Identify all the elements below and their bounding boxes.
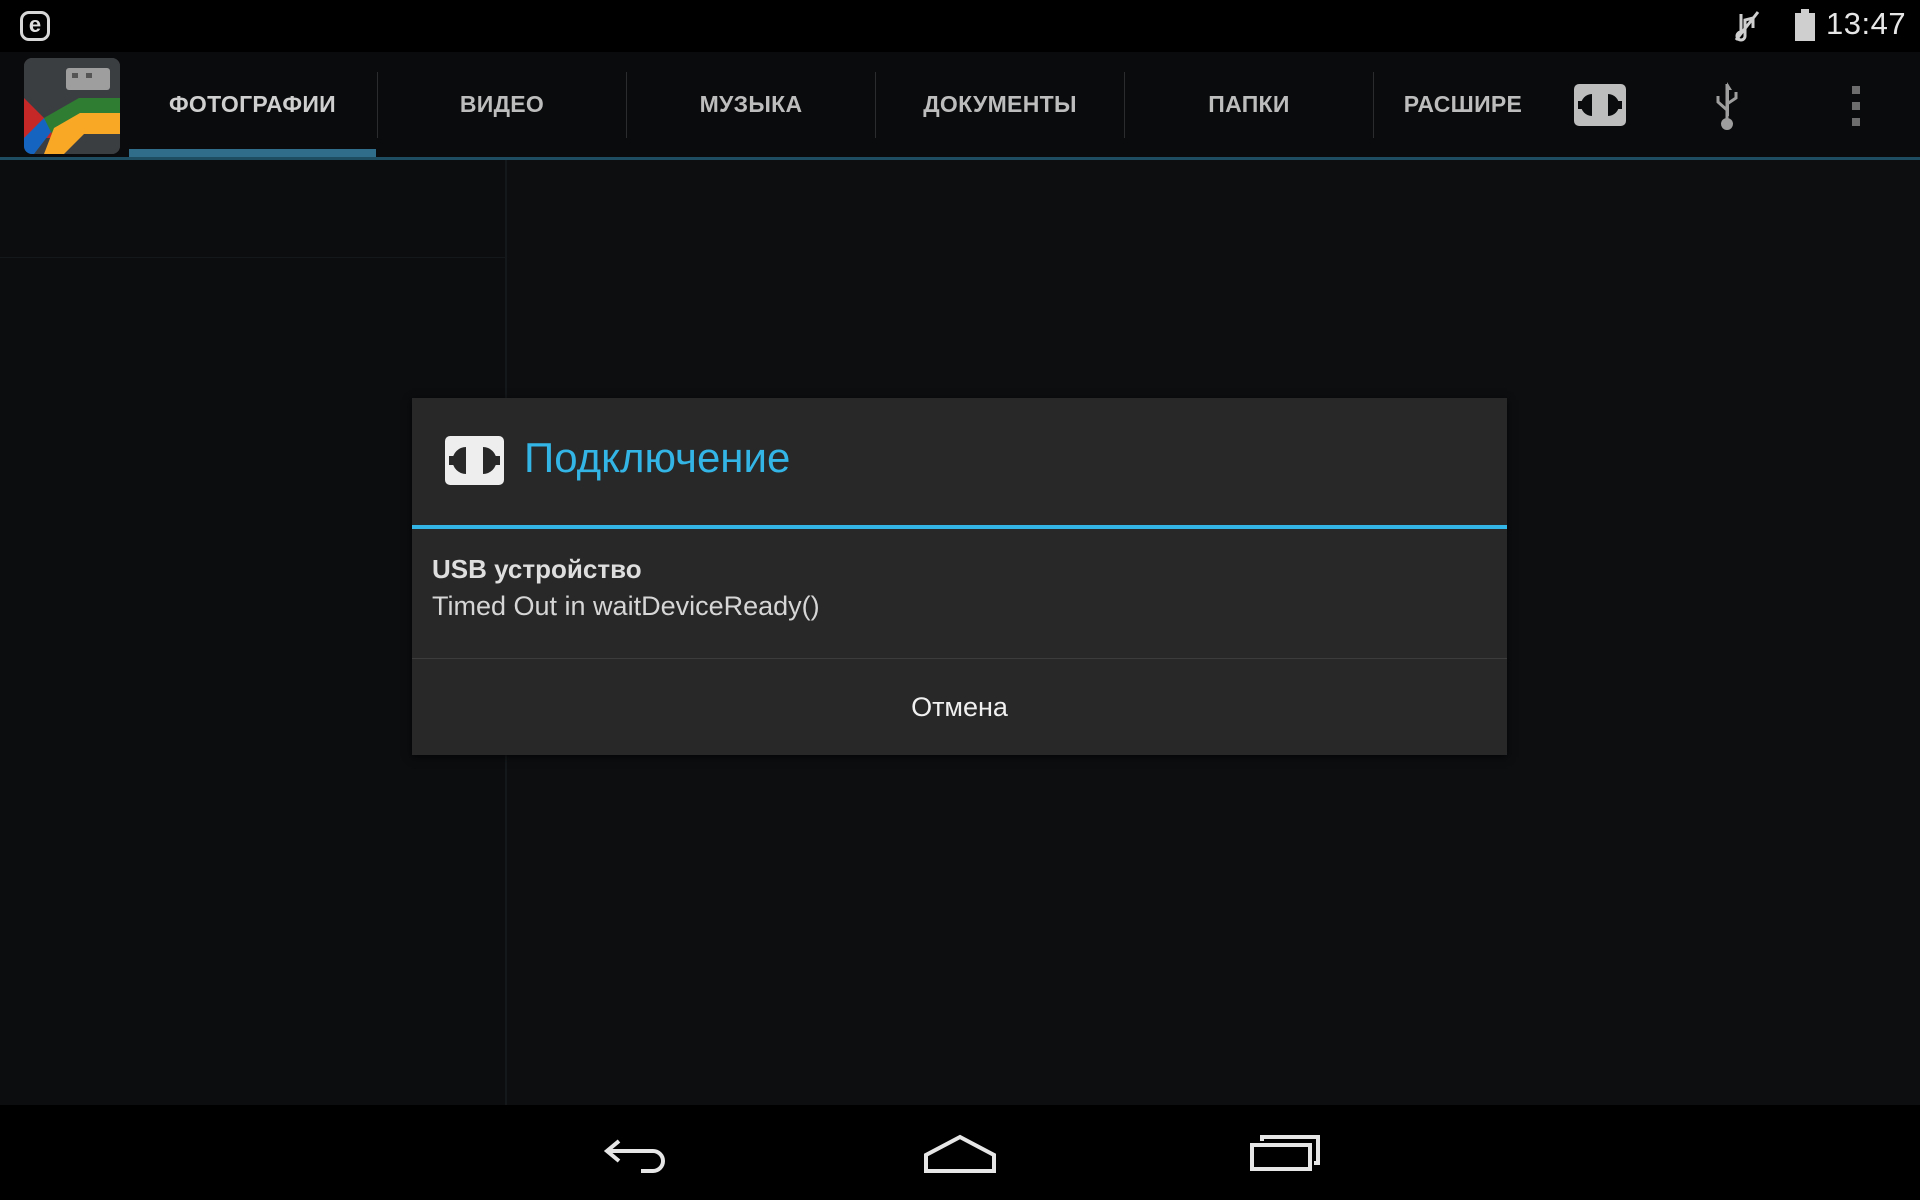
recent-apps-button[interactable] [1215, 1105, 1355, 1200]
tab-documents[interactable]: ДОКУМЕНТЫ [876, 52, 1124, 157]
battery-icon [1795, 9, 1815, 41]
status-bar: e 13:47 [0, 0, 1920, 52]
connection-dialog: Подключение USB устройство Timed Out in … [412, 398, 1507, 755]
message-text: Timed Out in waitDeviceReady() [432, 591, 820, 621]
overflow-menu-icon[interactable] [1848, 84, 1864, 128]
message-title: USB устройство [432, 554, 642, 584]
app-notification-icon: e [20, 11, 50, 41]
tab-music[interactable]: МУЗЫКА [627, 52, 875, 157]
recent-apps-icon [1250, 1134, 1320, 1171]
tab-photos[interactable]: ФОТОГРАФИИ [129, 52, 376, 157]
back-button[interactable] [566, 1105, 706, 1200]
action-bar: ФОТОГРАФИИ ВИДЕО МУЗЫКА ДОКУМЕНТЫ ПАПКИ … [0, 52, 1920, 160]
app-notification-letter: e [28, 12, 42, 37]
usb-icon[interactable] [1713, 80, 1741, 132]
tab-video[interactable]: ВИДЕО [378, 52, 626, 157]
home-button[interactable] [890, 1105, 1030, 1200]
clock: 13:47 [1826, 6, 1907, 41]
list-divider [0, 257, 505, 258]
dialog-title: Подключение [524, 434, 791, 481]
connect-icon [445, 436, 504, 485]
home-icon [924, 1134, 996, 1173]
tab-folders[interactable]: ПАПКИ [1125, 52, 1373, 157]
back-icon [603, 1138, 665, 1173]
app-logo-graphic [24, 58, 120, 154]
tab-extended[interactable]: РАСШИРЕ [1374, 52, 1552, 157]
dialog-body: USB устройство Timed Out in waitDeviceRe… [432, 551, 820, 625]
connect-icon[interactable] [1574, 84, 1626, 126]
dialog-header: Подключение [412, 398, 1507, 529]
mute-icon [1734, 11, 1760, 42]
navigation-bar [0, 1105, 1920, 1200]
cancel-button[interactable]: Отмена [412, 659, 1507, 755]
app-logo[interactable] [24, 58, 120, 154]
selected-tab-indicator [129, 149, 376, 157]
